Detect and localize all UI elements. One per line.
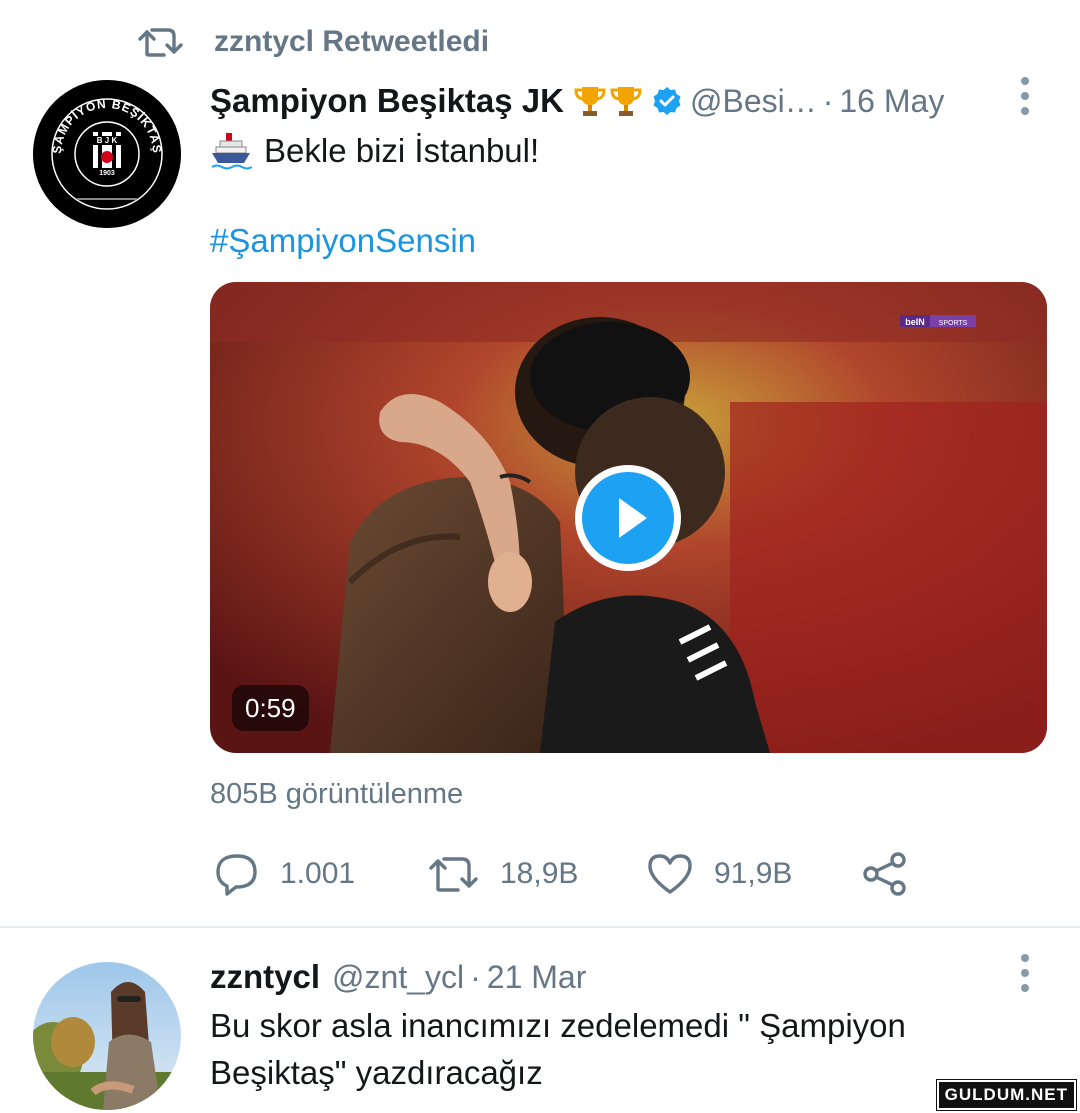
reply-icon (216, 854, 257, 896)
reply-count: 1.001 (280, 857, 356, 890)
tweet-body: Bu skor asla inancımızı zedelemedi " Şam… (210, 1003, 1030, 1096)
svg-text:1903: 1903 (99, 170, 115, 177)
trophy-icon (574, 87, 606, 116)
more-options-button[interactable] (1010, 66, 1040, 126)
svg-text:beIN: beIN (905, 317, 925, 327)
retweet-icon (138, 28, 183, 57)
tweet-date[interactable]: 21 Mar (487, 959, 587, 996)
play-button[interactable] (575, 465, 681, 571)
share-button[interactable] (862, 848, 908, 900)
tweet-header: Şampiyon Beşiktaş JK @Besi… · 16 May (210, 78, 944, 124)
handle[interactable]: @Besi… (690, 83, 817, 120)
separator: · (470, 958, 481, 995)
like-button[interactable]: 91,9B (646, 848, 792, 900)
hashtag-link[interactable]: #ŞampiyonSensin (210, 222, 476, 260)
avatar[interactable]: ŞAMPİYON BEŞİKTAŞ B J K 1903 (33, 80, 181, 228)
trophy-icon (610, 87, 642, 116)
user-photo (33, 962, 181, 1110)
view-count: 805B görüntülenme (210, 778, 464, 810)
svg-text:B J K: B J K (97, 136, 118, 145)
display-name[interactable]: zzntycl (210, 958, 320, 996)
retweet-button[interactable]: 18,9B (428, 848, 578, 900)
avatar[interactable] (33, 962, 181, 1110)
tweet-body: Bekle bizi İstanbul! (264, 132, 540, 169)
video-duration: 0:59 (232, 685, 309, 731)
reply-button[interactable]: 1.001 (214, 848, 355, 900)
tweet-body-line: Bu skor asla inancımızı zedelemedi " Şam… (210, 1007, 906, 1044)
share-icon (863, 852, 906, 896)
besiktas-logo: ŞAMPİYON BEŞİKTAŞ B J K 1903 (33, 80, 181, 228)
more-options-button[interactable] (1010, 943, 1040, 1003)
heart-icon (648, 854, 692, 894)
retweet-label: zzntycl Retweetledi (214, 25, 490, 58)
tweet-body-line: Beşiktaş" yazdıracağız (210, 1054, 543, 1091)
svg-text:SPORTS: SPORTS (939, 320, 968, 327)
separator: · (822, 82, 834, 119)
like-count: 91,9B (714, 857, 793, 890)
tweet-header: zzntycl @znt_ycl · 21 Mar (210, 954, 586, 1000)
retweet-header[interactable]: zzntycl Retweetledi (138, 22, 489, 62)
verified-badge-icon (653, 87, 681, 115)
play-icon (619, 498, 647, 538)
tweet-date[interactable]: 16 May (839, 83, 944, 120)
retweet-count: 18,9B (500, 857, 579, 890)
handle[interactable]: @znt_ycl (332, 959, 464, 996)
watermark: GULDUM.NET (935, 1079, 1078, 1111)
ship-icon (211, 133, 252, 170)
video-player[interactable]: beIN SPORTS 0:59 (210, 282, 1047, 753)
display-name[interactable]: Şampiyon Beşiktaş JK (210, 82, 564, 120)
tweet-divider (0, 926, 1080, 928)
tweet-text: Bekle bizi İstanbul! (210, 128, 539, 174)
retweet-icon (429, 857, 478, 892)
